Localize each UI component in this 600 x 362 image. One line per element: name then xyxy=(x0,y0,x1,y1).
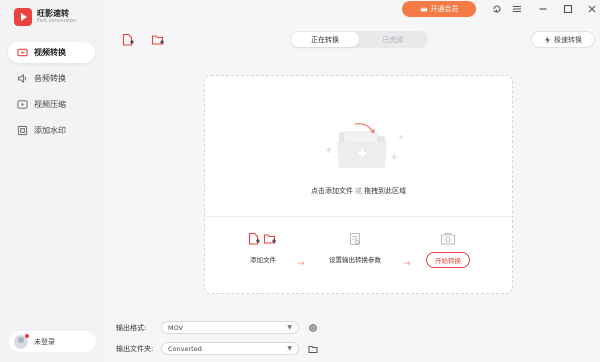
start-convert-button[interactable]: 开始转换 xyxy=(426,252,470,268)
status-tabs: 正在转换 已完成 xyxy=(290,31,428,48)
tab-converting[interactable]: 正在转换 xyxy=(291,32,359,47)
folder-illustration xyxy=(317,122,407,172)
audio-icon xyxy=(17,73,26,84)
settings-doc-icon xyxy=(350,233,360,245)
watermark-icon xyxy=(17,125,28,136)
drop-instruction: 点击添加文件或拖拽到此区域 xyxy=(205,186,512,196)
sidebar-item-label: 音频转换 xyxy=(34,74,66,83)
app-brand: 旺影速转 Fast conversion xyxy=(14,8,76,26)
maximize-icon[interactable] xyxy=(562,3,574,15)
sidebar-item-video-convert[interactable]: 视频转换 xyxy=(8,42,95,63)
sidebar-item-video-compress[interactable]: 视频压缩 xyxy=(8,94,95,115)
vip-label: 开通会员 xyxy=(430,5,459,13)
add-file-button[interactable] xyxy=(121,33,135,47)
step-start-convert: 开始转换 xyxy=(426,232,470,268)
step-arrow-icon: → xyxy=(297,259,305,269)
drop-zone[interactable]: 点击添加文件或拖拽到此区域 添加文件 → 设置输出转换参数 → 开始转换 xyxy=(204,75,513,294)
sidebar-nav: 视频转换 音频转换 视频压缩 添加水印 xyxy=(8,42,95,146)
feedback-icon[interactable] xyxy=(491,3,503,15)
app-logo-icon xyxy=(14,8,32,26)
sidebar-item-audio-convert[interactable]: 音频转换 xyxy=(8,68,95,89)
close-icon[interactable] xyxy=(586,3,598,15)
gear-icon[interactable] xyxy=(308,323,318,333)
add-file-folder-icon xyxy=(248,232,276,245)
sidebar-item-add-watermark[interactable]: 添加水印 xyxy=(8,120,95,141)
step-label: 设置输出转换参数 xyxy=(329,256,381,264)
step-add-file: 添加文件 xyxy=(247,232,279,264)
add-file-icon xyxy=(122,33,134,46)
avatar xyxy=(14,333,29,349)
step-arrow-icon: → xyxy=(403,259,411,269)
vip-button[interactable]: 开通会员 xyxy=(402,1,476,17)
app-name: 旺影速转 xyxy=(37,9,69,18)
step-label: 添加文件 xyxy=(250,256,276,264)
sidebar-item-label: 视频压缩 xyxy=(34,100,66,109)
menu-icon[interactable] xyxy=(511,3,523,15)
add-folder-button[interactable] xyxy=(151,33,165,47)
output-folder-select[interactable]: Converted ▼ xyxy=(161,342,299,355)
chevron-down-icon: ▼ xyxy=(287,324,292,331)
output-folder-row: 输出文件夹: Converted ▼ xyxy=(116,342,318,355)
folder-icon[interactable] xyxy=(308,344,318,354)
compress-icon xyxy=(17,100,28,109)
output-format-row: 输出格式: MOV ▼ xyxy=(116,321,318,334)
chevron-down-icon: ▼ xyxy=(287,345,292,352)
fast-convert-label: 极速转换 xyxy=(554,35,582,44)
video-convert-icon xyxy=(17,48,28,57)
minimize-icon[interactable] xyxy=(537,3,549,15)
sidebar-item-label: 视频转换 xyxy=(34,48,66,57)
drop-text-main: 点击添加文件 xyxy=(311,187,353,195)
output-format-value: MOV xyxy=(168,323,184,332)
drop-text-drag: 拖拽到此区域 xyxy=(364,187,406,195)
drop-area[interactable]: 点击添加文件或拖拽到此区域 xyxy=(205,76,512,216)
main-panel: 开通会员 正在转换 已完成 极速转换 点击添加文件 或 拖拽到此区域 添加文件 … xyxy=(104,0,600,362)
output-format-label: 输出格式: xyxy=(116,323,147,332)
output-folder-label: 输出文件夹: xyxy=(116,344,154,353)
add-folder-icon xyxy=(151,35,164,45)
tab-completed[interactable]: 已完成 xyxy=(359,32,427,47)
drop-text-or: 或 xyxy=(355,187,362,195)
sidebar-item-label: 添加水印 xyxy=(34,126,66,135)
crown-icon xyxy=(420,6,427,12)
app-subtitle: Fast conversion xyxy=(37,18,76,24)
fast-convert-button[interactable]: 极速转换 xyxy=(531,31,595,48)
step-set-params: 设置输出转换参数 xyxy=(329,232,381,264)
divider xyxy=(205,216,512,217)
output-folder-value: Converted xyxy=(168,344,202,353)
lightning-icon xyxy=(545,35,550,44)
camera-icon xyxy=(441,233,455,245)
output-format-select[interactable]: MOV ▼ xyxy=(161,321,299,334)
login-label: 未登录 xyxy=(34,337,55,346)
sidebar: 旺影速转 Fast conversion 视频转换 音频转换 视频压缩 添加水印… xyxy=(0,0,104,362)
login-button[interactable]: 未登录 xyxy=(9,331,96,352)
